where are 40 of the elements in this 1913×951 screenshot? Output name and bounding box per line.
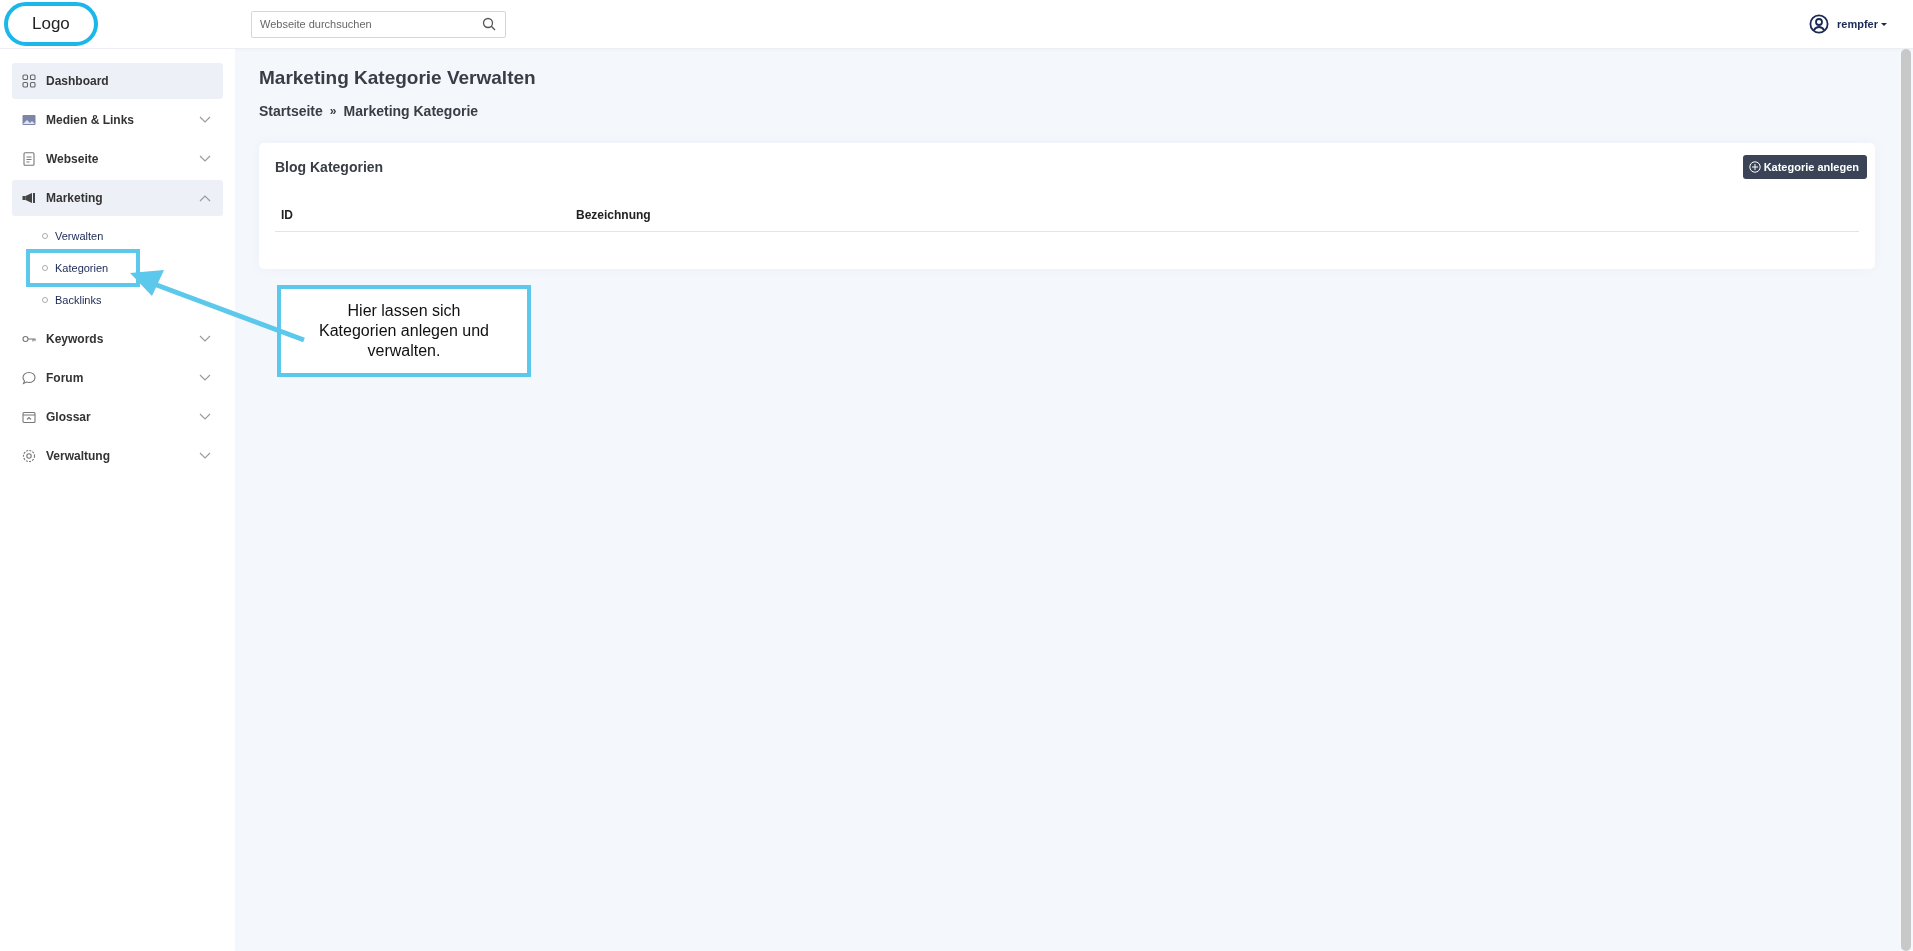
sidebar-subitem[interactable]: Backlinks — [26, 285, 116, 315]
caret-icon — [1881, 22, 1887, 26]
breadcrumb-separator: » — [329, 103, 337, 119]
grid-icon — [22, 74, 36, 88]
add-category-button[interactable]: Kategorie anlegen — [1742, 155, 1867, 179]
sidebar-item[interactable]: Keywords — [12, 321, 223, 357]
scrollbar[interactable] — [1901, 49, 1911, 951]
sidebar-subitem[interactable]: Verwalten — [26, 221, 118, 251]
chevron-icon — [199, 155, 211, 163]
image-icon — [22, 113, 36, 127]
user-icon[interactable] — [1809, 14, 1830, 34]
sidebar-item[interactable]: Glossar — [12, 399, 223, 435]
card-title: Blog Kategorien — [275, 159, 384, 175]
page-title: Marketing Kategorie Verwalten — [259, 66, 537, 90]
chevron-icon — [199, 116, 211, 124]
breadcrumb-link[interactable]: Marketing Kategorie — [343, 103, 479, 119]
column-header: ID — [280, 208, 294, 222]
sidebar-item[interactable]: Marketing — [12, 180, 223, 216]
chevron-icon — [199, 335, 211, 343]
sidebar-item[interactable]: Dashboard — [12, 63, 223, 99]
sidebar-item[interactable]: Forum — [12, 360, 223, 396]
sidebar-item[interactable]: Medien & Links — [12, 102, 223, 138]
chevron-icon — [199, 194, 211, 202]
megaphone-icon — [22, 191, 36, 205]
sidebar-item[interactable]: Webseite — [12, 141, 223, 177]
sidebar-item[interactable]: Verwaltung — [12, 438, 223, 474]
chat-bubble-icon — [22, 371, 36, 385]
folder-icon — [22, 410, 36, 424]
chevron-icon — [199, 452, 211, 460]
search-icon[interactable] — [482, 16, 496, 31]
plus-circle-icon — [1748, 161, 1761, 173]
chevron-icon — [199, 374, 211, 382]
breadcrumb-link[interactable]: Startseite — [259, 103, 323, 119]
column-header: Bezeichnung — [576, 208, 651, 222]
callout-box: Hier lassen sich Kategorien anlegen und verwalten. — [277, 285, 531, 377]
sidebar-subitem[interactable]: Kategorien — [26, 249, 141, 287]
search-field[interactable]: Webseite durchsuchen — [251, 10, 506, 38]
document-icon — [22, 152, 36, 166]
user-menu[interactable]: rempfer — [1837, 18, 1887, 30]
chevron-icon — [199, 413, 211, 421]
